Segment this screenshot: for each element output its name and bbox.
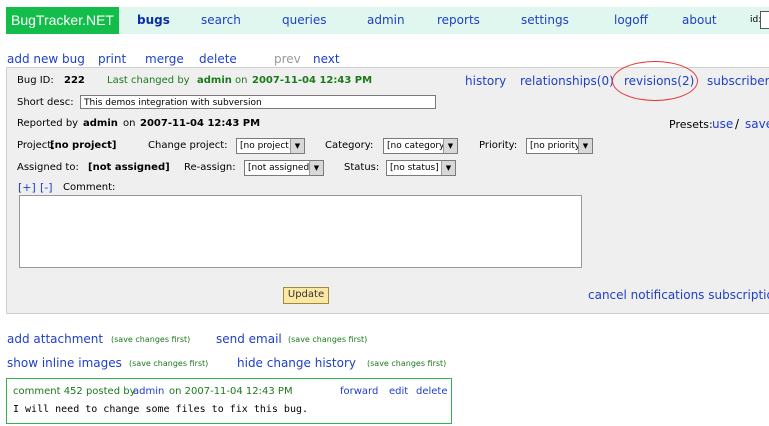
chevron-down-icon: ▼ xyxy=(309,161,323,175)
reported-by-user: admin xyxy=(83,118,118,129)
show-inline-images-link[interactable]: show inline images xyxy=(7,356,122,370)
bug-edit-panel: Bug ID: 222 Last changed by admin on 200… xyxy=(6,67,769,314)
save-first-note: (save changes first) xyxy=(111,335,191,344)
assigned-value: [not assigned] xyxy=(88,162,170,173)
nav-admin[interactable]: admin xyxy=(367,7,405,34)
history-link[interactable]: history xyxy=(465,74,506,88)
reported-on-label: on xyxy=(123,118,136,129)
nav-bugs[interactable]: bugs xyxy=(137,7,170,34)
priority-selected: [no priority] xyxy=(530,141,584,151)
comment-textarea[interactable] xyxy=(19,195,582,268)
nav-search[interactable]: search xyxy=(201,7,241,34)
last-changed-date: 2007-11-04 12:43 PM xyxy=(252,75,373,86)
bug-id-jump-input[interactable] xyxy=(760,11,769,29)
chevron-down-icon: ▼ xyxy=(290,139,304,153)
comment-edit-link[interactable]: edit xyxy=(389,386,408,397)
delete-link[interactable]: delete xyxy=(199,52,237,66)
nav-reports[interactable]: reports xyxy=(437,7,480,34)
chevron-down-icon: ▼ xyxy=(578,139,592,153)
add-new-bug-link[interactable]: add new bug xyxy=(7,52,85,66)
category-label: Category: xyxy=(325,140,374,151)
top-nav-bar: BugTracker.NET bugs search queries admin… xyxy=(6,7,769,34)
comment-text: I will need to change some files to fix … xyxy=(13,404,309,415)
send-email-link[interactable]: send email xyxy=(216,332,282,346)
expand-comment-link[interactable]: [+] xyxy=(18,181,36,194)
presets-label: Presets: xyxy=(669,118,713,131)
bug-id-value: 222 xyxy=(64,75,85,86)
change-project-select[interactable]: [no project] ▼ xyxy=(236,138,305,154)
save-first-note: (save changes first) xyxy=(367,359,447,368)
comment-delete-link[interactable]: delete xyxy=(416,386,448,397)
subscribers-link[interactable]: subscribers xyxy=(707,74,769,88)
reassign-label: Re-assign: xyxy=(184,162,236,173)
short-desc-input[interactable]: This demos integration with subversion xyxy=(80,95,436,109)
hide-change-history-link[interactable]: hide change history xyxy=(237,356,356,370)
category-selected: [no category] xyxy=(387,141,448,151)
presets-use-link[interactable]: use xyxy=(712,117,733,131)
nav-logoff[interactable]: logoff xyxy=(614,7,648,34)
add-attachment-link[interactable]: add attachment xyxy=(7,332,103,346)
chevron-down-icon: ▼ xyxy=(443,139,457,153)
project-value: [no project] xyxy=(50,140,117,151)
short-desc-label: Short desc: xyxy=(17,97,74,108)
collapse-comment-link[interactable]: [-] xyxy=(40,181,53,194)
priority-label: Priority: xyxy=(479,140,518,151)
assigned-label: Assigned to: xyxy=(17,162,79,173)
prev-link: prev xyxy=(274,52,301,66)
status-selected: [no status] xyxy=(390,163,439,173)
app-logo[interactable]: BugTracker.NET xyxy=(6,7,119,34)
nav-about[interactable]: about xyxy=(682,7,717,34)
presets-separator: / xyxy=(735,117,740,131)
comment-user-link[interactable]: admin xyxy=(133,386,164,397)
reported-date: 2007-11-04 12:43 PM xyxy=(140,118,261,129)
reassign-select[interactable]: [not assigned] ▼ xyxy=(244,160,324,176)
project-label: Project: xyxy=(17,140,55,151)
nav-queries[interactable]: queries xyxy=(282,7,327,34)
last-changed-on: on xyxy=(235,75,248,86)
presets-save-link[interactable]: save xyxy=(745,117,769,131)
comment-date: on 2007-11-04 12:43 PM xyxy=(169,386,293,397)
cancel-notifications-link[interactable]: cancel notifications subscription xyxy=(588,288,769,302)
priority-select[interactable]: [no priority] ▼ xyxy=(526,138,593,154)
status-label: Status: xyxy=(344,162,380,173)
change-project-selected: [no project] xyxy=(240,141,293,151)
bug-id-label: Bug ID: xyxy=(17,75,54,86)
status-select[interactable]: [no status] ▼ xyxy=(386,160,456,176)
comment-header: comment 452 posted by xyxy=(13,386,136,397)
nav-settings[interactable]: settings xyxy=(521,7,569,34)
change-project-label: Change project: xyxy=(148,140,228,151)
relationships-link[interactable]: relationships(0) xyxy=(520,74,614,88)
next-link[interactable]: next xyxy=(313,52,340,66)
reported-by-label: Reported by xyxy=(17,118,79,129)
update-button[interactable]: Update xyxy=(283,287,329,304)
category-select[interactable]: [no category] ▼ xyxy=(383,138,458,154)
revisions-highlight-circle xyxy=(612,61,698,101)
last-changed-user: admin xyxy=(197,75,232,86)
comment-label: Comment: xyxy=(63,182,116,193)
reassign-selected: [not assigned] xyxy=(248,163,313,173)
save-first-note: (save changes first) xyxy=(129,359,209,368)
comment-forward-link[interactable]: forward xyxy=(340,386,378,397)
print-link[interactable]: print xyxy=(98,52,126,66)
save-first-note: (save changes first) xyxy=(288,335,368,344)
last-changed-label: Last changed by xyxy=(107,75,190,86)
chevron-down-icon: ▼ xyxy=(441,161,455,175)
comment-entry: comment 452 posted by admin on 2007-11-0… xyxy=(6,378,452,424)
merge-link[interactable]: merge xyxy=(145,52,184,66)
